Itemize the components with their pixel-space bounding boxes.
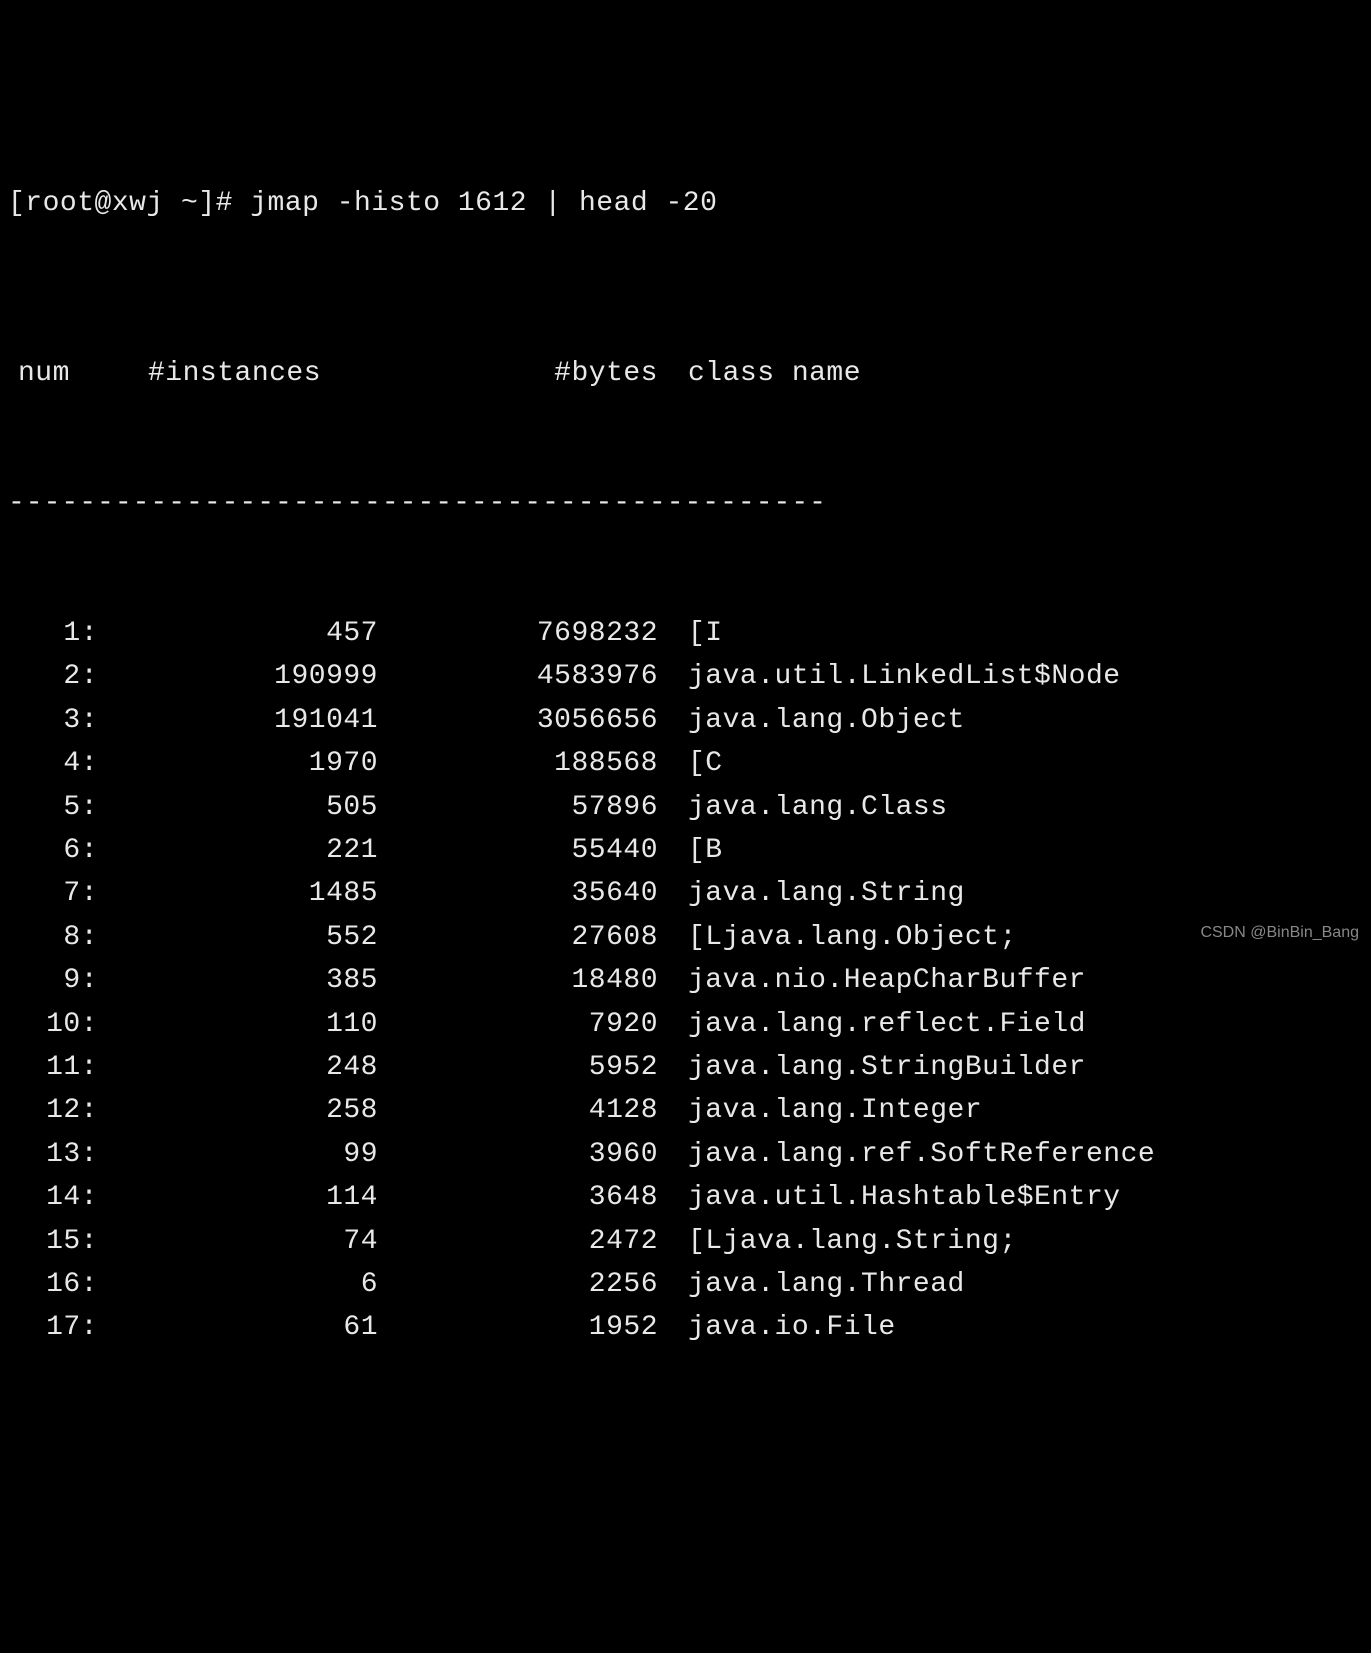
row-bytes: 7920 xyxy=(378,1003,658,1046)
row-num: 10: xyxy=(8,1003,98,1046)
row-bytes: 27608 xyxy=(378,916,658,959)
row-class-name: java.io.File xyxy=(658,1306,896,1349)
row-instances: 190999 xyxy=(98,655,378,698)
header-instances: #instances xyxy=(98,352,378,395)
header-class-name: class name xyxy=(658,352,861,395)
header-num: num xyxy=(8,352,98,395)
row-class-name: java.lang.reflect.Field xyxy=(658,1003,1086,1046)
row-class-name: [C xyxy=(658,742,723,785)
row-class-name: java.lang.Class xyxy=(658,786,948,829)
row-instances: 385 xyxy=(98,959,378,1002)
row-class-name: java.lang.String xyxy=(658,872,965,915)
table-row: 15:742472[Ljava.lang.String; xyxy=(8,1220,1363,1263)
row-instances: 6 xyxy=(98,1263,378,1306)
table-row: 9:38518480java.nio.HeapCharBuffer xyxy=(8,959,1363,1002)
row-class-name: java.util.LinkedList$Node xyxy=(658,655,1121,698)
table-row: 7:148535640java.lang.String xyxy=(8,872,1363,915)
row-num: 15: xyxy=(8,1220,98,1263)
row-num: 2: xyxy=(8,655,98,698)
row-num: 13: xyxy=(8,1133,98,1176)
row-class-name: java.nio.HeapCharBuffer xyxy=(658,959,1086,1002)
row-instances: 114 xyxy=(98,1176,378,1219)
row-instances: 258 xyxy=(98,1089,378,1132)
table-header-row: num#instances#bytesclass name xyxy=(8,352,1363,395)
table-body: 1:4577698232[I2:1909994583976java.util.L… xyxy=(8,612,1363,1350)
row-bytes: 4128 xyxy=(378,1089,658,1132)
row-instances: 61 xyxy=(98,1306,378,1349)
row-instances: 552 xyxy=(98,916,378,959)
header-bytes: #bytes xyxy=(378,352,658,395)
row-bytes: 55440 xyxy=(378,829,658,872)
row-bytes: 3056656 xyxy=(378,699,658,742)
row-bytes: 4583976 xyxy=(378,655,658,698)
table-row: 4:1970188568[C xyxy=(8,742,1363,785)
row-bytes: 5952 xyxy=(378,1046,658,1089)
row-instances: 1970 xyxy=(98,742,378,785)
row-class-name: java.lang.Integer xyxy=(658,1089,982,1132)
table-row: 11:2485952java.lang.StringBuilder xyxy=(8,1046,1363,1089)
divider-line: ----------------------------------------… xyxy=(8,482,1363,525)
row-num: 7: xyxy=(8,872,98,915)
table-row: 17:611952java.io.File xyxy=(8,1306,1363,1349)
row-num: 1: xyxy=(8,612,98,655)
row-num: 5: xyxy=(8,786,98,829)
row-bytes: 2472 xyxy=(378,1220,658,1263)
row-instances: 191041 xyxy=(98,699,378,742)
row-class-name: java.util.Hashtable$Entry xyxy=(658,1176,1121,1219)
table-row: 1:4577698232[I xyxy=(8,612,1363,655)
row-class-name: [I xyxy=(658,612,723,655)
row-num: 8: xyxy=(8,916,98,959)
row-instances: 1485 xyxy=(98,872,378,915)
row-class-name: [Ljava.lang.Object; xyxy=(658,916,1017,959)
row-instances: 457 xyxy=(98,612,378,655)
row-instances: 110 xyxy=(98,1003,378,1046)
row-instances: 74 xyxy=(98,1220,378,1263)
table-row: 5:50557896java.lang.Class xyxy=(8,786,1363,829)
table-row: 3:1910413056656java.lang.Object xyxy=(8,699,1363,742)
table-row: 6:22155440[B xyxy=(8,829,1363,872)
table-row: 13:993960java.lang.ref.SoftReference xyxy=(8,1133,1363,1176)
table-row: 8:55227608[Ljava.lang.Object; xyxy=(8,916,1363,959)
terminal-prompt-line[interactable]: [root@xwj ~]# jmap -histo 1612 | head -2… xyxy=(8,182,1363,225)
row-num: 11: xyxy=(8,1046,98,1089)
table-row: 16:62256java.lang.Thread xyxy=(8,1263,1363,1306)
row-class-name: java.lang.Thread xyxy=(658,1263,965,1306)
row-class-name: java.lang.StringBuilder xyxy=(658,1046,1086,1089)
table-row: 10:1107920java.lang.reflect.Field xyxy=(8,1003,1363,1046)
row-bytes: 35640 xyxy=(378,872,658,915)
row-class-name: [Ljava.lang.String; xyxy=(658,1220,1017,1263)
row-class-name: java.lang.ref.SoftReference xyxy=(658,1133,1155,1176)
row-num: 6: xyxy=(8,829,98,872)
row-bytes: 18480 xyxy=(378,959,658,1002)
watermark-text: CSDN @BinBin_Bang xyxy=(1200,921,1359,946)
row-num: 3: xyxy=(8,699,98,742)
row-instances: 99 xyxy=(98,1133,378,1176)
row-bytes: 188568 xyxy=(378,742,658,785)
row-num: 16: xyxy=(8,1263,98,1306)
row-class-name: [B xyxy=(658,829,723,872)
row-bytes: 3648 xyxy=(378,1176,658,1219)
row-num: 4: xyxy=(8,742,98,785)
row-bytes: 57896 xyxy=(378,786,658,829)
row-bytes: 7698232 xyxy=(378,612,658,655)
row-instances: 248 xyxy=(98,1046,378,1089)
row-num: 12: xyxy=(8,1089,98,1132)
row-bytes: 2256 xyxy=(378,1263,658,1306)
row-bytes: 1952 xyxy=(378,1306,658,1349)
row-instances: 505 xyxy=(98,786,378,829)
row-instances: 221 xyxy=(98,829,378,872)
table-row: 12:2584128java.lang.Integer xyxy=(8,1089,1363,1132)
row-num: 17: xyxy=(8,1306,98,1349)
row-bytes: 3960 xyxy=(378,1133,658,1176)
row-class-name: java.lang.Object xyxy=(658,699,965,742)
row-num: 14: xyxy=(8,1176,98,1219)
table-row: 2:1909994583976java.util.LinkedList$Node xyxy=(8,655,1363,698)
row-num: 9: xyxy=(8,959,98,1002)
table-row: 14:1143648java.util.Hashtable$Entry xyxy=(8,1176,1363,1219)
